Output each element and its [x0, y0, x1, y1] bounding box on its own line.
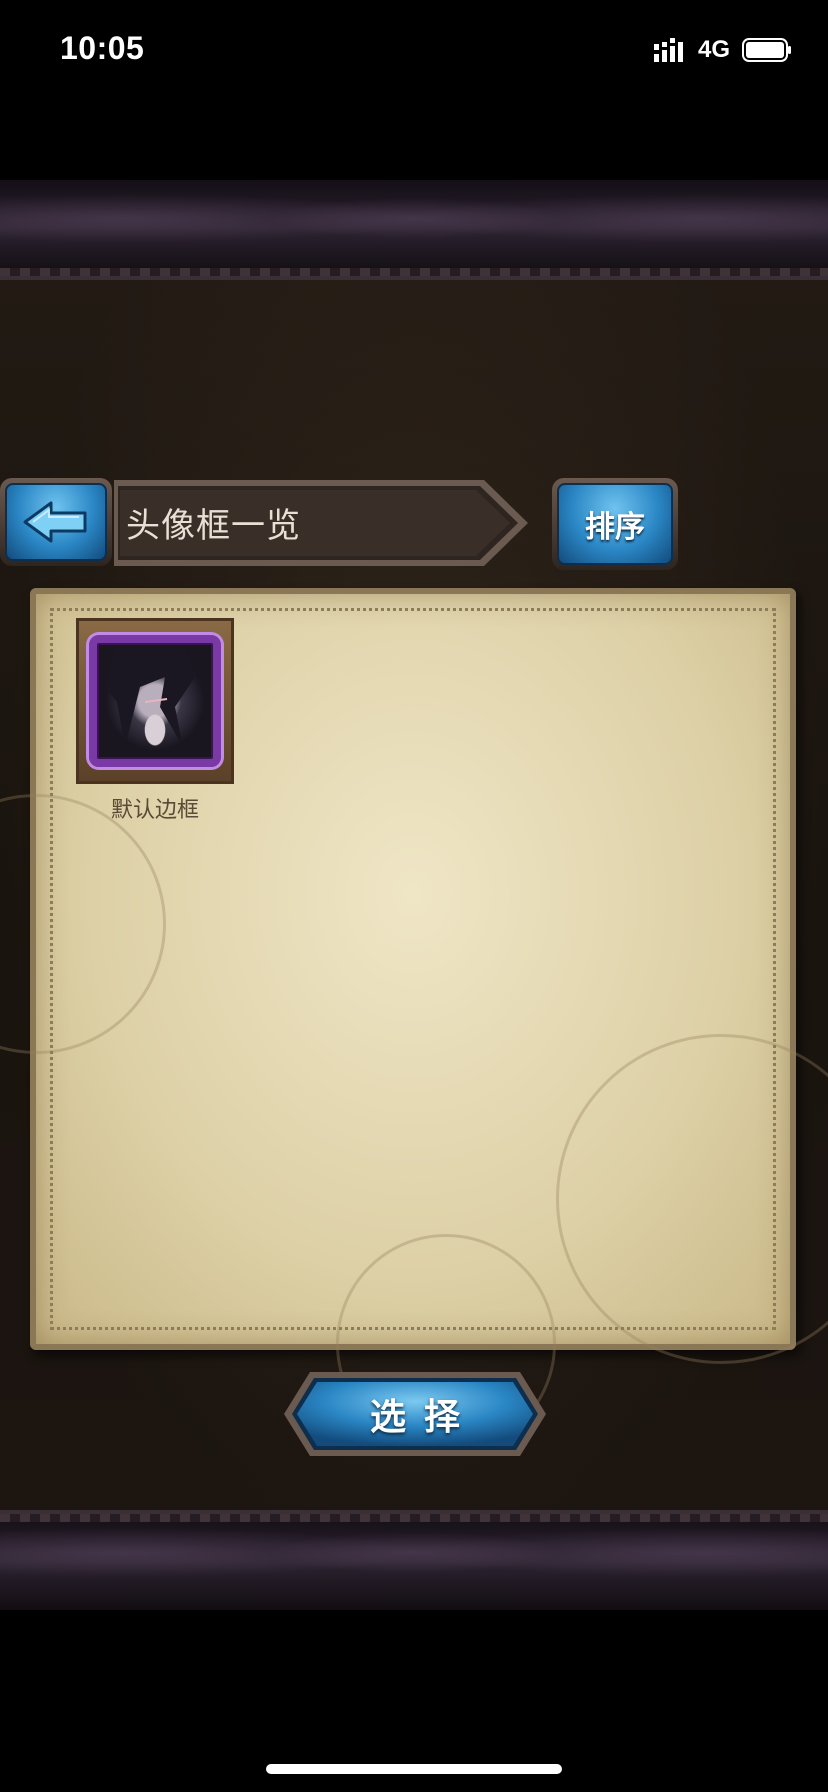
home-indicator[interactable] [266, 1764, 562, 1774]
bottom-ornament-band [0, 1510, 828, 1610]
status-bar: 10:05 4G [0, 0, 828, 100]
title-banner: 头像框一览 [114, 476, 534, 570]
select-button-label: 选择 [369, 1397, 478, 1438]
network-label: 4G [698, 36, 731, 63]
avatar [89, 635, 221, 767]
frame-item-default[interactable]: 默认边框 [76, 618, 234, 824]
status-time: 10:05 [60, 30, 145, 66]
game-area: 头像框一览 排序 默认边框 选择 [0, 180, 828, 1610]
arrow-left-icon [23, 501, 87, 543]
top-ornament-band [0, 180, 828, 280]
battery-icon [742, 38, 791, 62]
sort-button-label: 排序 [557, 483, 673, 565]
page-title: 头像框一览 [126, 506, 301, 546]
select-button[interactable]: 选择 [282, 1370, 548, 1458]
signal-icon [654, 38, 683, 62]
frame-list-panel: 默认边框 [0, 588, 828, 1454]
back-button[interactable] [0, 478, 112, 566]
portrait-hair [105, 647, 195, 747]
frame-item-label: 默认边框 [110, 798, 199, 823]
frame-thumbnail [76, 618, 234, 784]
sort-button[interactable]: 排序 [552, 478, 678, 570]
